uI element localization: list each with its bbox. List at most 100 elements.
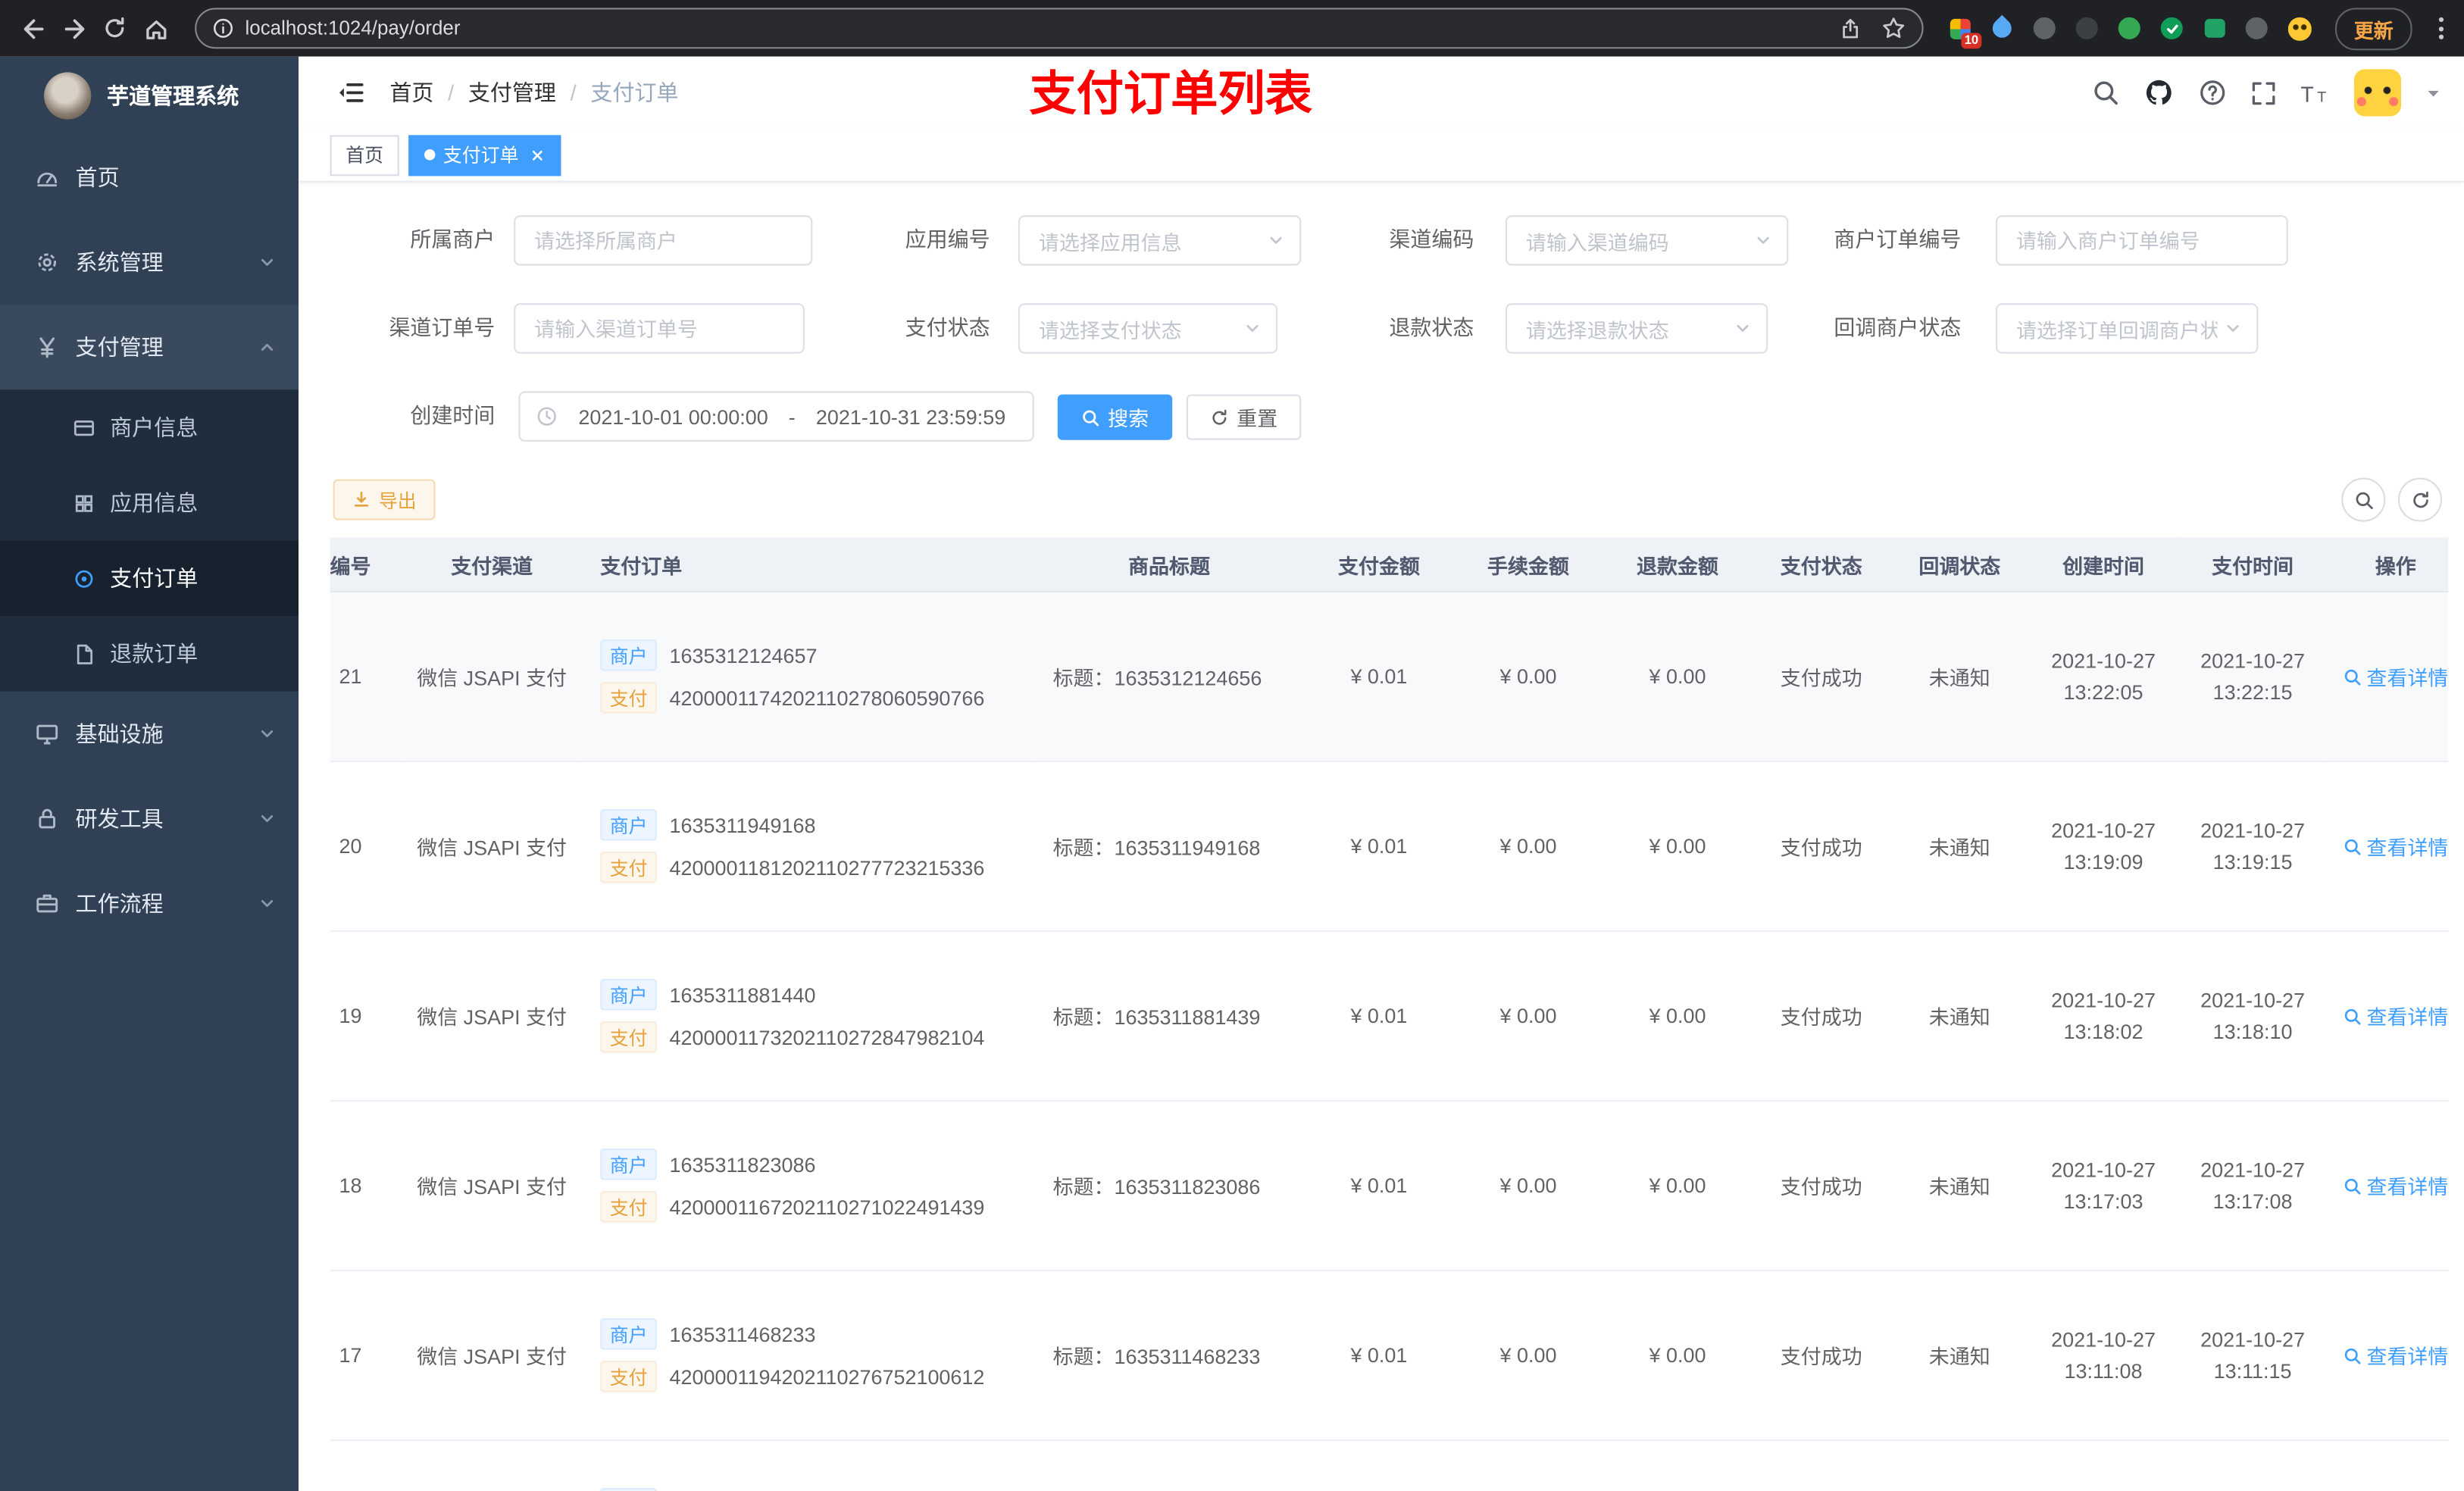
cell-fee: [1453, 1439, 1603, 1491]
tab-pay-order[interactable]: 支付订单: [408, 134, 561, 176]
tab-home[interactable]: 首页: [330, 134, 399, 176]
fullscreen-icon[interactable]: [2250, 80, 2277, 106]
share-icon[interactable]: [1839, 17, 1862, 40]
reset-button[interactable]: 重置: [1186, 394, 1302, 440]
channel-code-filter-label: 渠道编码: [1389, 227, 1474, 252]
view-detail-link[interactable]: 查看详情: [2343, 1340, 2448, 1370]
cell-pay-status: 支付成功: [1752, 761, 1891, 932]
extension-icon-2[interactable]: [2073, 14, 2101, 42]
extension-chat-icon[interactable]: [2200, 14, 2228, 42]
create-time-filter-label: 创建时间: [410, 404, 496, 428]
cell-pay-order: 商户 1635311949168 支付 42000011812021102777…: [578, 761, 1034, 932]
view-icon: [2344, 1177, 2361, 1194]
extension-icon-3[interactable]: [2115, 14, 2143, 42]
view-detail-link[interactable]: 查看详情: [2343, 661, 2448, 691]
search-button[interactable]: 搜索: [1057, 394, 1173, 440]
col-pay-time: 支付时间: [2178, 537, 2328, 592]
view-detail-link[interactable]: 查看详情: [2343, 1001, 2448, 1030]
sidebar-item-home[interactable]: 首页: [0, 135, 299, 220]
caret-down-icon[interactable]: [2425, 84, 2442, 102]
pay-tag: 支付: [600, 1191, 657, 1223]
channel-code-filter-select[interactable]: 请输入渠道编码: [1505, 215, 1789, 266]
view-detail-link[interactable]: 查看详情: [2343, 831, 2448, 861]
merchant-tag: 商户: [600, 1318, 657, 1350]
view-icon: [2344, 668, 2361, 685]
kebab-menu-icon[interactable]: [2428, 17, 2453, 39]
sidebar-item-merchant-info[interactable]: 商户信息: [0, 389, 299, 465]
cell-channel: 微信 JSAPI 支付: [405, 1100, 579, 1271]
cell-id: 18: [330, 1100, 406, 1271]
user-avatar[interactable]: [2353, 69, 2402, 117]
callback-status-filter-select[interactable]: 请选择订单回调商户状态: [1995, 303, 2259, 354]
extension-icon-1[interactable]: [2031, 14, 2059, 42]
sidebar-item-system[interactable]: 系统管理: [0, 220, 299, 305]
cell-pay-time: 2021-10-27 13:19:15: [2178, 761, 2328, 932]
cell-channel: [405, 1439, 579, 1491]
breadcrumb-pay-management[interactable]: 支付管理: [468, 77, 556, 108]
merchant-order-no: 1635311881440: [669, 983, 816, 1007]
export-button[interactable]: 导出: [333, 479, 436, 520]
sidebar-item-infrastructure[interactable]: 基础设施: [0, 692, 299, 777]
cell-actions: 查看详情: [2327, 1270, 2449, 1441]
merchant-filter-input[interactable]: [514, 215, 813, 266]
reload-icon[interactable]: [94, 8, 135, 48]
extension-icon-4[interactable]: [2243, 14, 2271, 42]
extension-drop-icon[interactable]: [1988, 14, 2016, 42]
cell-create-time: 2021-10-27 13:11:08: [2028, 1270, 2178, 1441]
github-icon[interactable]: [2143, 77, 2175, 108]
sidebar-item-refund-order[interactable]: 退款订单: [0, 616, 299, 692]
merchant-order-no-filter-input[interactable]: [1995, 215, 2288, 266]
app-filter-select[interactable]: 请选择应用信息: [1018, 215, 1302, 266]
toggle-search-button[interactable]: [2341, 477, 2386, 522]
view-detail-link[interactable]: 查看详情: [2343, 1171, 2448, 1200]
app-filter-label: 应用编号: [905, 227, 990, 252]
cell-amount: ¥ 0.01: [1304, 761, 1454, 932]
sidebar-item-workflow[interactable]: 工作流程: [0, 861, 299, 946]
cell-callback-status: 未通知: [1890, 591, 2029, 762]
app-logo[interactable]: 芋道管理系统: [0, 57, 299, 136]
extension-face-icon[interactable]: [2285, 14, 2313, 42]
close-icon[interactable]: [530, 147, 546, 163]
info-icon[interactable]: [212, 17, 234, 39]
back-icon[interactable]: [13, 8, 54, 48]
pay-status-filter-select[interactable]: 请选择支付状态: [1018, 303, 1278, 354]
cell-refund: ¥ 0.00: [1603, 591, 1753, 762]
lock-icon: [39, 808, 56, 829]
col-callback-status: 回调状态: [1890, 537, 2029, 592]
chevron-down-icon: [1270, 236, 1282, 244]
browser-update-button[interactable]: 更新: [2334, 7, 2412, 50]
col-create-time: 创建时间: [2028, 537, 2178, 592]
pay-tag: 支付: [600, 1361, 657, 1393]
forward-icon[interactable]: [54, 8, 95, 48]
sidebar-item-app-info[interactable]: 应用信息: [0, 465, 299, 541]
pay-tag: 支付: [600, 852, 657, 883]
sidebar-item-pay-management[interactable]: 支付管理: [0, 305, 299, 390]
breadcrumb-home[interactable]: 首页: [389, 77, 433, 108]
sidebar-item-devtools[interactable]: 研发工具: [0, 777, 299, 861]
monitor-icon: [36, 724, 58, 745]
create-time-range-picker[interactable]: 2021-10-01 00:00:00 - 2021-10-31 23:59:5…: [518, 391, 1034, 442]
search-icon[interactable]: [2091, 79, 2119, 107]
home-icon[interactable]: [135, 8, 176, 48]
font-size-icon[interactable]: TT: [2300, 80, 2330, 106]
help-icon[interactable]: [2199, 79, 2227, 107]
channel-pay-no: 4200001173202110272847982104: [669, 1025, 985, 1049]
refresh-table-button[interactable]: [2397, 477, 2442, 522]
cell-title: 标题：1635311823086: [1033, 1100, 1305, 1271]
extension-check-icon[interactable]: [2158, 14, 2186, 42]
breadcrumb-current: 支付订单: [590, 80, 679, 105]
table-body: 21 微信 JSAPI 支付 商户 1635312124657 支付 42000…: [330, 591, 2449, 1491]
extension-grid-icon[interactable]: 10: [1946, 14, 1982, 49]
merchant-order-no: 1635311949168: [669, 813, 816, 837]
bookmark-star-icon[interactable]: [1881, 16, 1906, 41]
search-icon: [1083, 409, 1099, 426]
cell-actions: 查看详情: [2327, 930, 2449, 1102]
fold-icon[interactable]: [336, 79, 364, 107]
url-bar[interactable]: localhost:1024/pay/order: [195, 8, 1924, 49]
channel-order-no-filter-input[interactable]: [514, 303, 805, 354]
sidebar-item-pay-order[interactable]: 支付订单: [0, 540, 299, 617]
refund-status-filter-select[interactable]: 请选择退款状态: [1505, 303, 1768, 354]
table-row: 20 微信 JSAPI 支付 商户 1635311949168 支付 42000…: [330, 761, 2449, 932]
table-row: 21 微信 JSAPI 支付 商户 1635312124657 支付 42000…: [330, 591, 2449, 762]
cell-pay-status: [1752, 1439, 1891, 1491]
